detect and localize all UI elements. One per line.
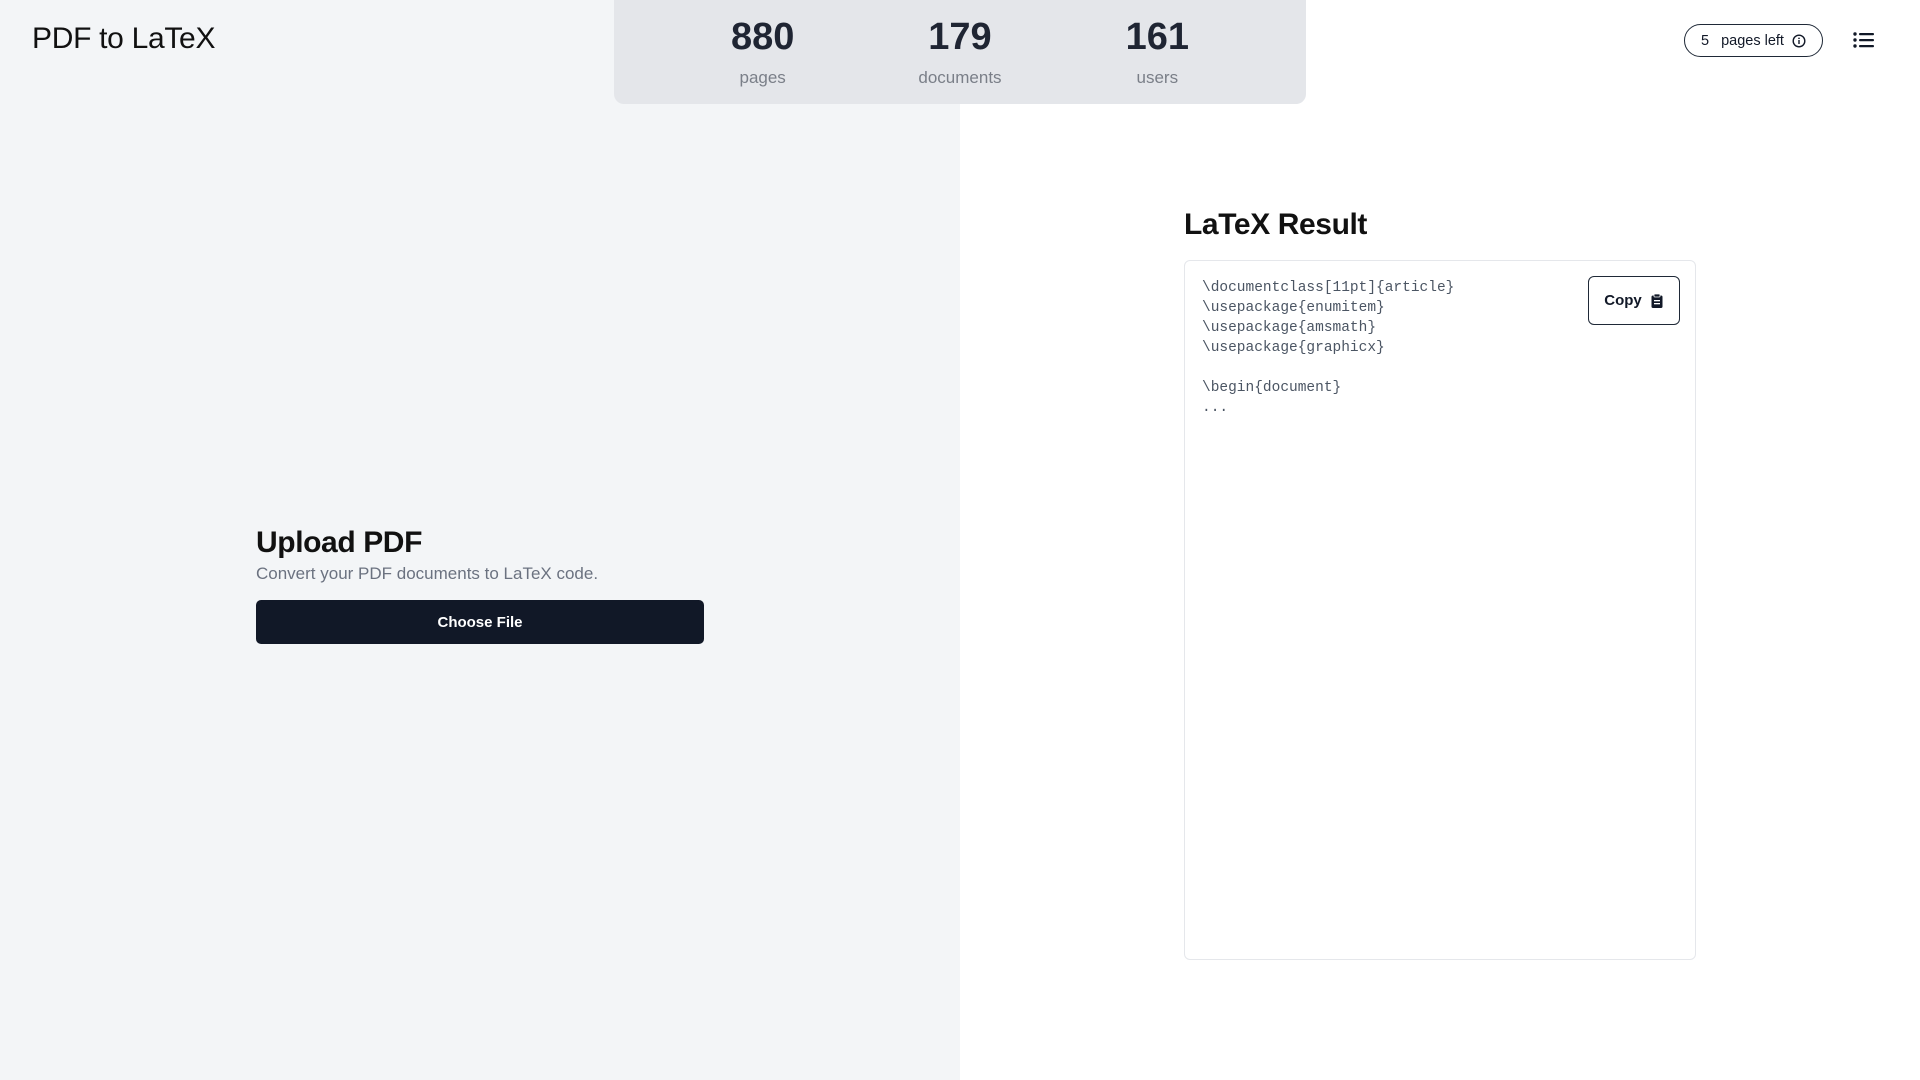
copy-label: Copy <box>1604 292 1642 309</box>
stat-value: 161 <box>1125 16 1190 58</box>
stat-pages: 880 pages <box>683 16 843 88</box>
latex-result-box[interactable]: \documentclass[11pt]{article} \usepackag… <box>1184 260 1696 960</box>
stat-label: users <box>1136 68 1179 87</box>
choose-file-button[interactable]: Choose File <box>256 600 704 644</box>
info-icon <box>1792 33 1806 48</box>
upload-subtitle: Convert your PDF documents to LaTeX code… <box>256 564 599 583</box>
stat-value: 880 <box>730 16 795 58</box>
stats-bar: 880 pages 179 documents 161 users <box>614 0 1306 104</box>
upload-title: Upload PDF <box>256 526 422 559</box>
pages-left-label: pages left <box>1721 32 1784 49</box>
stat-documents: 179 documents <box>880 16 1040 88</box>
stat-label: documents <box>918 68 1002 87</box>
clipboard-icon <box>1650 293 1664 309</box>
copy-button[interactable]: Copy <box>1588 276 1680 325</box>
latex-code[interactable]: \documentclass[11pt]{article} \usepackag… <box>1202 278 1454 418</box>
result-title: LaTeX Result <box>1184 208 1368 241</box>
stat-label: pages <box>739 68 786 87</box>
app-title: PDF to LaTeX <box>32 22 216 55</box>
pages-left-count: 5 <box>1701 32 1710 49</box>
upload-section: Upload PDF Convert your PDF documents to… <box>256 526 704 644</box>
pages-left-button[interactable]: 5 pages left <box>1684 24 1823 57</box>
list-menu-icon[interactable] <box>1852 30 1876 50</box>
stat-users: 161 users <box>1077 16 1237 88</box>
stat-value: 179 <box>928 16 992 58</box>
